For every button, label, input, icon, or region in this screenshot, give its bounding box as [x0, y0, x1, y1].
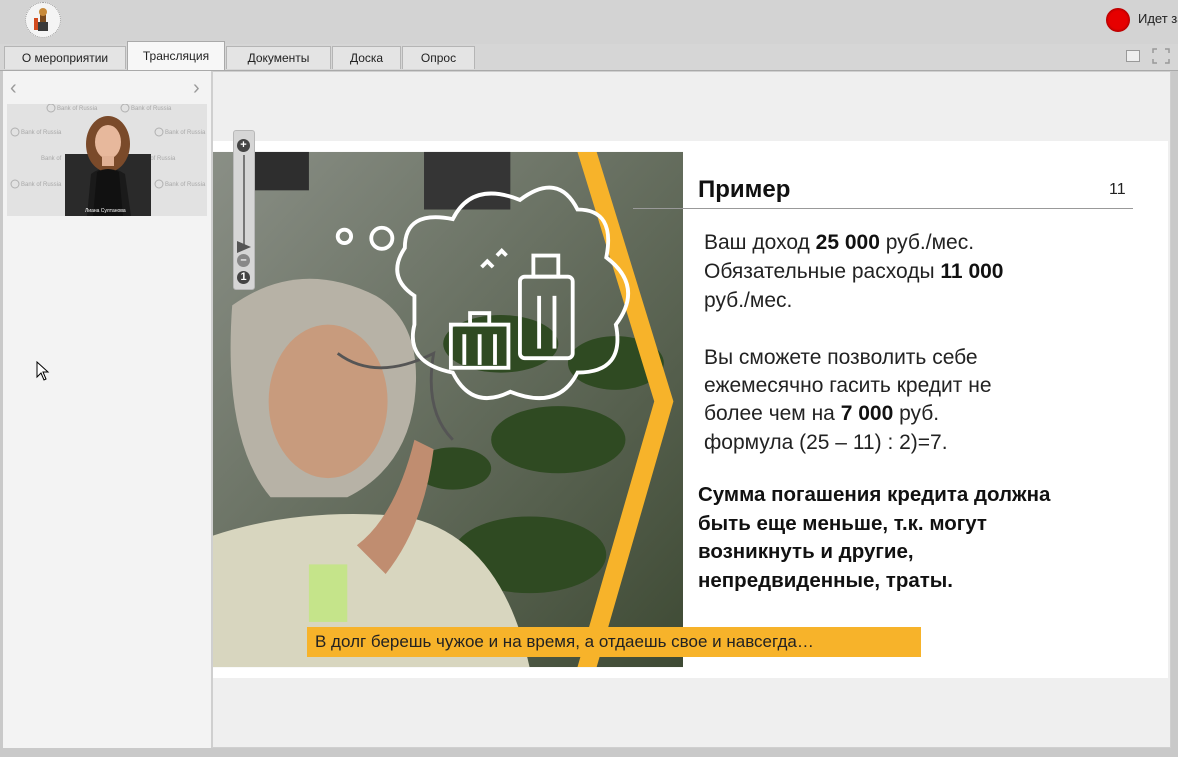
- chevron-right-icon[interactable]: ›: [193, 77, 200, 100]
- income-value: 25 000: [815, 231, 880, 254]
- slide-photo: [213, 151, 683, 668]
- zoom-out-icon[interactable]: –: [237, 254, 250, 267]
- recording-indicator-icon: [1106, 8, 1130, 32]
- tab-bar: О мероприятии Трансляция Документы Доска…: [0, 41, 1178, 71]
- tab-about[interactable]: О мероприятии: [4, 46, 126, 69]
- limit-label: более чем на: [704, 402, 841, 425]
- slide-title: Пример: [698, 176, 791, 203]
- conference-logo-icon: [25, 2, 61, 38]
- affordance-line-3: более чем на 7 000 руб.: [704, 400, 939, 428]
- zoom-control: + – 1: [233, 130, 255, 290]
- fullscreen-icon[interactable]: [1152, 48, 1170, 64]
- expenses-line: Обязательные расходы 11 000: [704, 258, 1003, 286]
- video-panel: ‹ › Bank of Russia Bank of Russia Bank o…: [3, 71, 212, 748]
- tab-broadcast[interactable]: Трансляция: [127, 41, 225, 70]
- svg-text:Bank of: Bank of: [41, 156, 62, 162]
- top-bar: Идет за: [0, 0, 1178, 45]
- warning-line-3: возникнуть и другие,: [698, 540, 914, 563]
- proverb-caption: В долг берешь чужое и на время, а отдаеш…: [307, 627, 921, 657]
- income-label: Ваш доход: [704, 231, 816, 254]
- income-line: Ваш доход 25 000 руб./мес.: [704, 229, 974, 257]
- affordance-line-1: Вы сможете позволить себе: [704, 346, 978, 369]
- zoom-slider-handle[interactable]: [237, 241, 251, 253]
- svg-text:Bank of Russia: Bank of Russia: [165, 182, 206, 188]
- expenses-unit: руб./мес.: [704, 289, 793, 312]
- svg-text:Bank of Russia: Bank of Russia: [21, 182, 62, 188]
- svg-text:Bank of Russia: Bank of Russia: [57, 106, 98, 112]
- zoom-track[interactable]: [243, 155, 245, 245]
- title-divider: [633, 208, 1133, 209]
- expenses-value: 11 000: [940, 260, 1004, 283]
- income-unit: руб./мес.: [879, 231, 975, 254]
- tab-documents[interactable]: Документы: [226, 46, 331, 69]
- presenter-caption: Лиана Султанова: [85, 208, 126, 214]
- zoom-reset-icon[interactable]: 1: [237, 271, 250, 284]
- tab-poll[interactable]: Опрос: [402, 46, 475, 69]
- limit-unit: руб.: [893, 402, 940, 425]
- zoom-in-icon[interactable]: +: [237, 139, 250, 152]
- chevron-left-icon[interactable]: ‹: [10, 77, 17, 100]
- formula-line: формула (25 – 11) : 2)=7.: [704, 431, 948, 454]
- warning-line-1: Сумма погашения кредита должна: [698, 483, 1051, 506]
- expenses-label: Обязательные расходы: [704, 260, 941, 283]
- presenter-video[interactable]: Bank of Russia Bank of Russia Bank of Ru…: [7, 104, 207, 216]
- presentation-slide: Пример 11 Ваш доход 25 000 руб./мес. Обя…: [213, 141, 1168, 678]
- svg-text:Bank of Russia: Bank of Russia: [131, 106, 172, 112]
- recording-status: Идет за: [1138, 11, 1178, 26]
- proverb-text: В долг берешь чужое и на время, а отдаеш…: [315, 632, 814, 651]
- svg-text:Bank of Russia: Bank of Russia: [21, 130, 62, 136]
- limit-value: 7 000: [840, 402, 894, 425]
- mouse-cursor-icon: [36, 360, 50, 386]
- window-restore-icon[interactable]: [1126, 50, 1140, 62]
- slide-number: 11: [1109, 181, 1126, 198]
- warning-line-2: быть еще меньше, т.к. могут: [698, 511, 987, 535]
- affordance-line-2: ежемесячно гасить кредит не: [704, 374, 992, 397]
- svg-text:Bank of Russia: Bank of Russia: [165, 130, 206, 136]
- warning-text: Сумма погашения кредита должна быть еще …: [698, 481, 1050, 595]
- tab-board[interactable]: Доска: [332, 46, 401, 69]
- warning-line-4: непредвиденные, траты.: [698, 568, 953, 592]
